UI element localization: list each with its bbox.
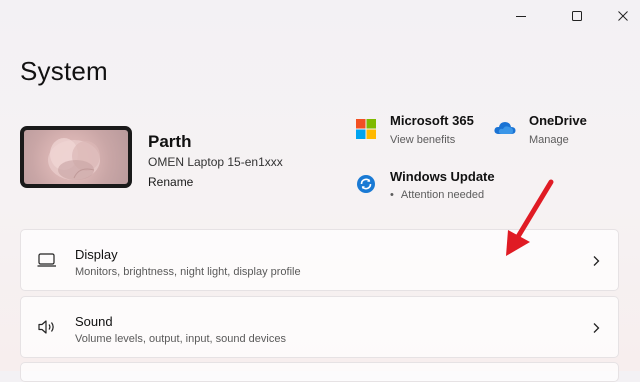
minimize-button[interactable] — [498, 0, 544, 32]
chevron-right-icon — [592, 254, 600, 272]
windows-update-tile[interactable]: Windows Update • Attention needed — [352, 166, 512, 206]
bloom-wallpaper-icon — [48, 138, 100, 180]
close-icon — [618, 11, 628, 21]
sound-title: Sound — [75, 314, 113, 329]
windows-update-status: • Attention needed — [390, 189, 484, 201]
cloud-icon — [494, 121, 516, 140]
rename-link[interactable]: Rename — [148, 175, 193, 189]
maximize-icon — [572, 11, 582, 21]
sync-icon — [357, 175, 375, 198]
microsoft365-tile[interactable]: Microsoft 365 View benefits — [352, 110, 492, 150]
microsoft365-title: Microsoft 365 — [390, 113, 474, 128]
microsoft-logo-icon — [356, 119, 376, 144]
page-title: System — [20, 56, 108, 86]
maximize-button[interactable] — [554, 0, 600, 32]
speaker-icon — [37, 319, 57, 340]
sound-settings-card[interactable]: Sound Volume levels, output, input, soun… — [20, 296, 619, 358]
wallpaper-preview — [24, 130, 128, 184]
display-title: Display — [75, 247, 118, 262]
status-dot: • — [390, 189, 394, 201]
device-name: Parth — [148, 132, 192, 151]
windows-update-subtitle: Attention needed — [400, 189, 485, 201]
close-button[interactable] — [600, 0, 640, 32]
device-model: OMEN Laptop 15-en1xxx — [148, 155, 283, 169]
onedrive-title: OneDrive — [529, 113, 587, 128]
microsoft365-subtitle: View benefits — [390, 134, 456, 146]
red-arrow-icon — [500, 176, 560, 265]
onedrive-tile[interactable]: OneDrive Manage — [492, 110, 612, 150]
windows-update-title: Windows Update — [390, 169, 495, 184]
display-subtitle: Monitors, brightness, night light, displ… — [75, 266, 301, 278]
next-settings-card[interactable] — [20, 362, 619, 382]
minimize-icon — [516, 16, 526, 17]
onedrive-subtitle: Manage — [529, 134, 569, 146]
sound-subtitle: Volume levels, output, input, sound devi… — [75, 333, 286, 345]
title-bar — [0, 0, 640, 32]
chevron-right-icon — [592, 321, 600, 339]
device-thumbnail — [20, 126, 132, 188]
monitor-icon — [37, 252, 57, 273]
